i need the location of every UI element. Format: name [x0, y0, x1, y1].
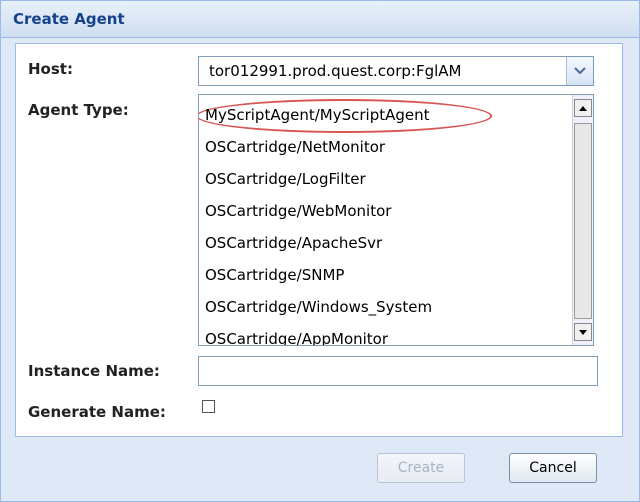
form-panel: Host: tor012991.prod.quest.corp:FglAM Ag… — [15, 43, 623, 437]
instance-name-input[interactable] — [198, 356, 598, 386]
listbox-scrollbar[interactable] — [572, 95, 593, 345]
host-value: tor012991.prod.quest.corp:FglAM — [209, 62, 462, 80]
list-item[interactable]: MyScriptAgent/MyScriptAgent — [205, 106, 430, 124]
create-button[interactable]: Create — [377, 453, 465, 483]
scroll-up-button[interactable] — [574, 99, 592, 117]
dialog-titlebar: Create Agent — [1, 1, 639, 38]
list-item[interactable]: OSCartridge/LogFilter — [205, 170, 366, 188]
agent-type-listbox[interactable]: MyScriptAgent/MyScriptAgent OSCartridge/… — [198, 94, 594, 346]
create-agent-dialog: Create Agent Host: tor012991.prod.quest.… — [0, 0, 640, 502]
list-item[interactable]: OSCartridge/AppMonitor — [205, 330, 388, 345]
list-item[interactable]: OSCartridge/SNMP — [205, 266, 344, 284]
scroll-thumb[interactable] — [574, 123, 592, 319]
generate-name-label: Generate Name: — [28, 403, 166, 421]
list-item[interactable]: OSCartridge/WebMonitor — [205, 202, 391, 220]
scroll-down-button[interactable] — [574, 323, 592, 341]
dialog-title: Create Agent — [13, 10, 125, 28]
arrow-down-icon — [579, 330, 587, 335]
chevron-down-icon — [574, 67, 586, 75]
host-dropdown-button[interactable] — [566, 57, 593, 85]
host-label: Host: — [28, 60, 73, 78]
list-item[interactable]: OSCartridge/NetMonitor — [205, 138, 385, 156]
agent-type-label: Agent Type: — [28, 101, 129, 119]
instance-name-label: Instance Name: — [28, 362, 160, 380]
host-combobox[interactable]: tor012991.prod.quest.corp:FglAM — [198, 56, 594, 86]
list-item[interactable]: OSCartridge/Windows_System — [205, 298, 432, 316]
list-item[interactable]: OSCartridge/ApacheSvr — [205, 234, 382, 252]
generate-name-checkbox[interactable] — [202, 400, 215, 413]
arrow-up-icon — [579, 106, 587, 111]
cancel-button[interactable]: Cancel — [509, 453, 597, 483]
